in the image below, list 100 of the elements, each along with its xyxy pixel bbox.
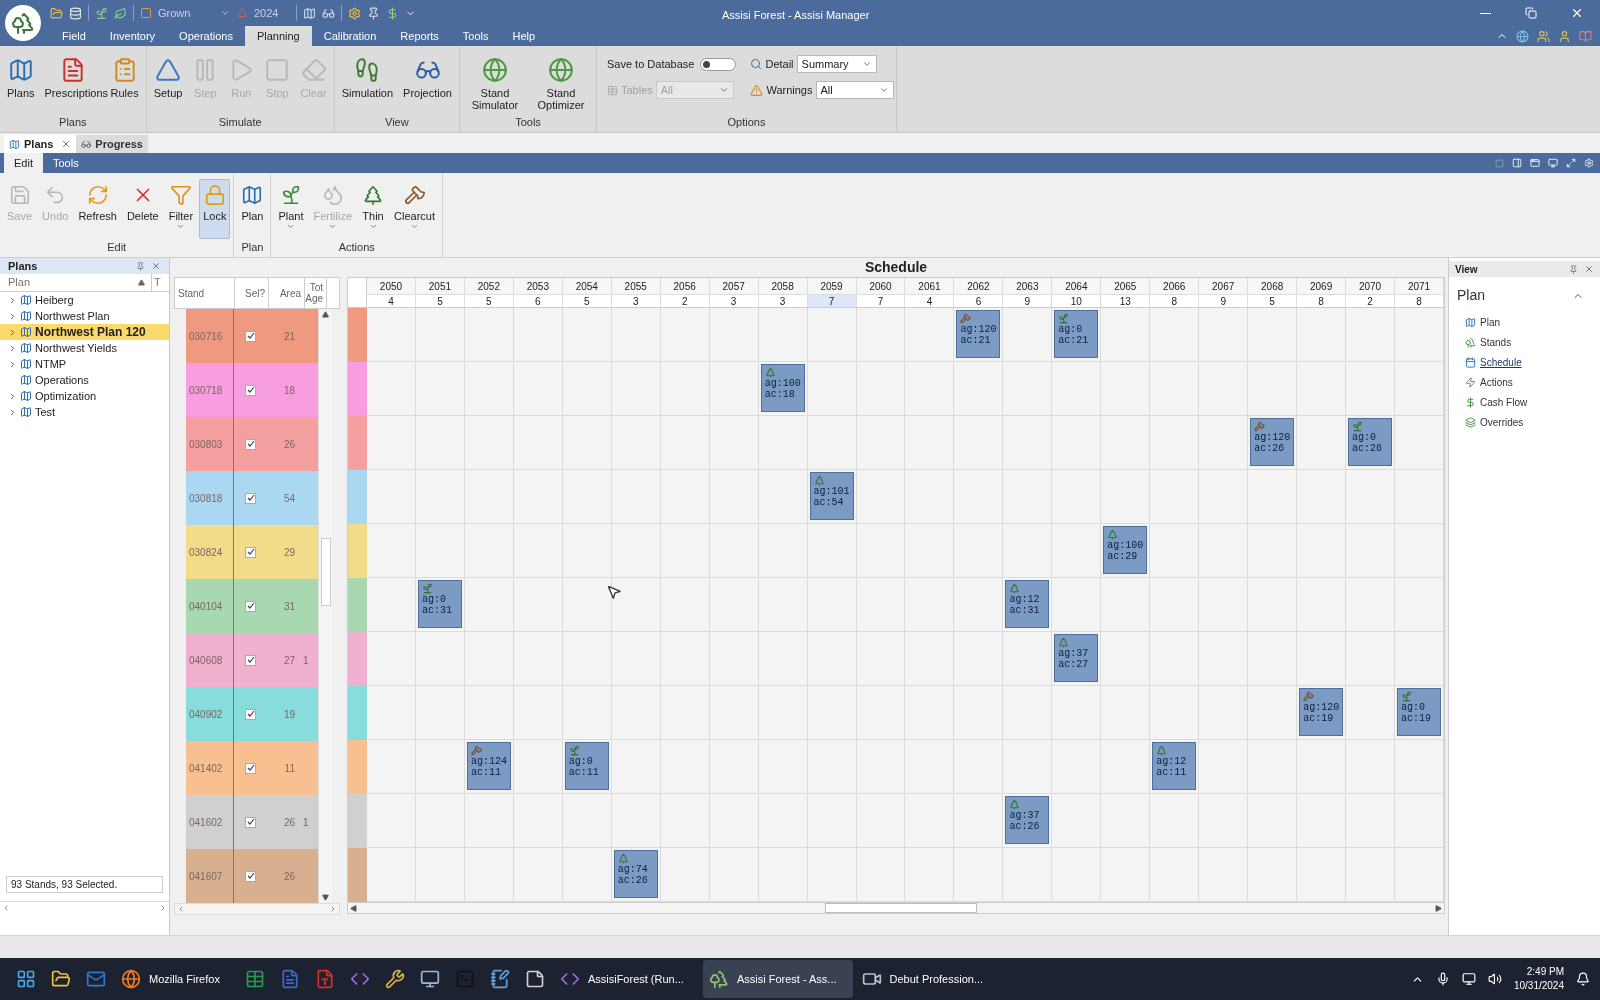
schedule-cell[interactable] <box>1297 524 1347 578</box>
schedule-cell[interactable] <box>660 740 710 794</box>
schedule-cell[interactable] <box>415 308 465 362</box>
schedule-cell[interactable] <box>415 524 465 578</box>
schedule-cell[interactable] <box>1297 308 1347 362</box>
schedule-cell[interactable] <box>1395 578 1444 632</box>
schedule-cell[interactable] <box>709 416 759 470</box>
schedule-cell[interactable] <box>367 632 416 686</box>
count-cell[interactable]: 7 <box>856 294 906 307</box>
schedule-cell[interactable] <box>513 470 563 524</box>
schedule-cell[interactable] <box>611 794 661 848</box>
view-link[interactable]: Plan <box>1449 312 1600 332</box>
schedule-cell[interactable] <box>1199 524 1249 578</box>
sprout-icon[interactable] <box>95 6 108 20</box>
microphone-icon[interactable] <box>1435 972 1450 986</box>
vertical-scrollbar[interactable] <box>318 309 332 903</box>
schedule-cell[interactable] <box>807 362 857 416</box>
pin-icon[interactable] <box>1569 264 1578 274</box>
count-cell[interactable]: 9 <box>1199 294 1249 307</box>
schedule-cell[interactable] <box>464 794 514 848</box>
count-cell[interactable]: 8 <box>1297 294 1347 307</box>
schedule-cell[interactable] <box>1052 578 1102 632</box>
schedule-cell[interactable] <box>1297 578 1347 632</box>
coin-icon[interactable] <box>386 6 399 20</box>
schedule-cell[interactable] <box>954 362 1004 416</box>
schedule-cell[interactable] <box>513 578 563 632</box>
schedule-cell[interactable] <box>905 578 955 632</box>
schedule-cell[interactable] <box>758 416 808 470</box>
schedule-cell[interactable] <box>1150 470 1200 524</box>
setup-button[interactable]: Setup <box>149 52 187 114</box>
schedule-cell[interactable] <box>758 740 808 794</box>
schedule-cell[interactable] <box>1150 794 1200 848</box>
stand-row[interactable]: 030824 29 <box>186 525 318 579</box>
schedule-cell[interactable] <box>905 524 955 578</box>
schedule-cell[interactable] <box>709 470 759 524</box>
schedule-cell[interactable] <box>1150 416 1200 470</box>
schedule-cell[interactable] <box>856 632 906 686</box>
count-cell[interactable]: 5 <box>415 294 465 307</box>
menu-tab[interactable]: Reports <box>388 26 451 46</box>
schedule-cell[interactable] <box>415 632 465 686</box>
schedule-cell[interactable] <box>1395 416 1444 470</box>
taskbar-item[interactable]: Assisi Forest - Ass... <box>702 960 853 998</box>
schedule-cell[interactable] <box>1199 740 1249 794</box>
schedule-cell[interactable] <box>660 362 710 416</box>
schedule-cell[interactable] <box>464 308 514 362</box>
checkbox[interactable] <box>245 384 256 396</box>
schedule-cell[interactable] <box>1003 632 1053 686</box>
schedule-cell[interactable] <box>1248 794 1298 848</box>
thin-button[interactable]: Thin <box>358 179 389 239</box>
schedule-cell[interactable] <box>1395 740 1444 794</box>
schedule-cell[interactable] <box>1052 794 1102 848</box>
schedule-cell[interactable] <box>758 578 808 632</box>
schedule-cell[interactable] <box>807 578 857 632</box>
schedule-cell[interactable] <box>807 416 857 470</box>
schedule-cell[interactable] <box>905 470 955 524</box>
schedule-cell[interactable] <box>758 524 808 578</box>
schedule-cell[interactable] <box>1003 416 1053 470</box>
schedule-cell[interactable] <box>1248 578 1298 632</box>
tree-item[interactable]: Optimization <box>0 388 169 404</box>
schedule-cell[interactable] <box>1395 524 1444 578</box>
document-tab[interactable]: Progress <box>76 135 148 153</box>
schedule-cell[interactable] <box>1346 632 1396 686</box>
stand-row[interactable]: 030818 54 <box>186 471 318 525</box>
schedule-cell[interactable] <box>905 632 955 686</box>
notification-icon[interactable] <box>1576 972 1590 986</box>
schedule-cell[interactable] <box>513 362 563 416</box>
globe-icon[interactable] <box>1516 29 1529 43</box>
count-cell[interactable]: 4 <box>367 294 416 307</box>
view-link[interactable]: Cash Flow <box>1449 392 1600 412</box>
close-icon[interactable] <box>1584 264 1594 274</box>
schedule-cell[interactable] <box>1346 794 1396 848</box>
count-cell[interactable]: 10 <box>1052 294 1102 307</box>
schedule-cell[interactable] <box>611 308 661 362</box>
schedule-cell[interactable] <box>1248 740 1298 794</box>
lock-button[interactable]: Lock <box>199 179 231 239</box>
schedule-cell[interactable] <box>1346 524 1396 578</box>
schedule-cell[interactable] <box>513 794 563 848</box>
schedule-cell[interactable] <box>367 416 416 470</box>
column-header[interactable]: Plan <box>0 274 150 291</box>
schedule-cell[interactable] <box>1003 308 1053 362</box>
schedule-cell[interactable] <box>611 362 661 416</box>
checkbox[interactable] <box>245 816 256 828</box>
toggle-switch[interactable] <box>700 57 737 71</box>
checkbox[interactable] <box>245 870 256 882</box>
schedule-cell[interactable] <box>954 632 1004 686</box>
schedule-cell[interactable] <box>513 632 563 686</box>
count-cell[interactable]: 2 <box>1346 294 1396 307</box>
menu-tab[interactable]: Operations <box>167 26 245 46</box>
column-header[interactable]: Area <box>269 278 305 308</box>
schedule-cell[interactable] <box>611 524 661 578</box>
schedule-cell[interactable] <box>1248 632 1298 686</box>
schedule-cell[interactable] <box>611 470 661 524</box>
schedule-cell[interactable] <box>415 416 465 470</box>
count-cell[interactable]: 13 <box>1101 294 1151 307</box>
schedule-cell[interactable] <box>1101 686 1151 740</box>
scroll-down-icon[interactable] <box>322 894 329 901</box>
schedule-cell[interactable] <box>415 362 465 416</box>
schedule-cell[interactable] <box>709 308 759 362</box>
simulation-button[interactable]: Simulation <box>337 52 398 114</box>
schedule-cell[interactable] <box>1101 740 1151 794</box>
